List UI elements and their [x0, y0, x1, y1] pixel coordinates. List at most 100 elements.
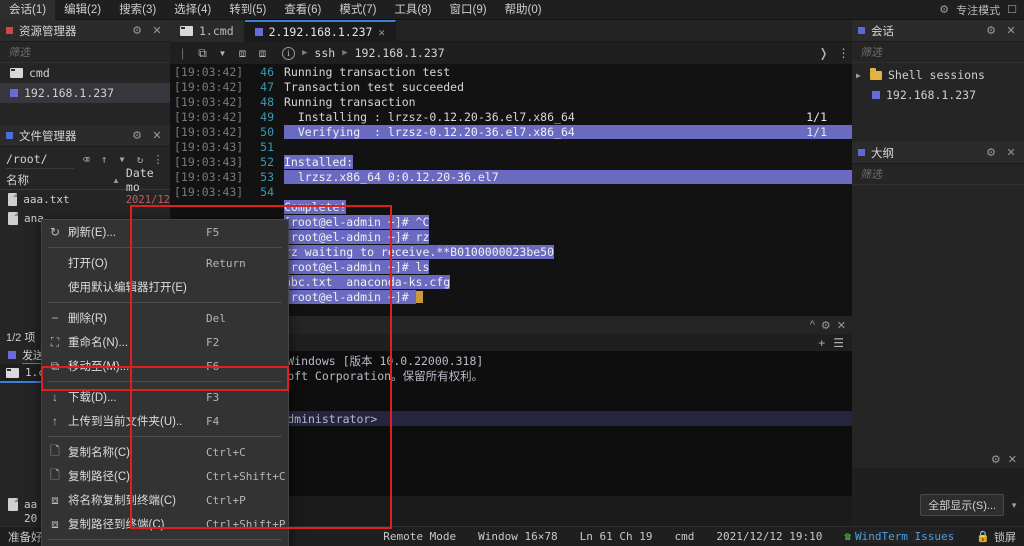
menu-window[interactable]: 窗口(9)	[441, 0, 496, 20]
terminal-linenum: 51	[260, 139, 274, 154]
menubar: 会话(1) 编辑(2) 搜索(3) 选择(4) 转到(5) 查看(6) 模式(7…	[0, 0, 1024, 20]
menu-tools[interactable]: 工具(8)	[385, 0, 440, 20]
show-all-row: 全部显示(S)... ▼	[852, 494, 1024, 516]
address-bar[interactable]: i ▶ ssh ▶ 192.168.1.237	[274, 42, 812, 64]
file-row[interactable]: aaa.txt 2021/12	[0, 190, 170, 209]
menu-select[interactable]: 选择(4)	[165, 0, 220, 20]
more-vertical-icon[interactable]: ⋮	[835, 46, 852, 60]
new-pane-icon[interactable]: ⧈	[254, 46, 271, 61]
show-all-button[interactable]: 全部显示(S)...	[920, 494, 1005, 516]
info-icon[interactable]: i	[282, 46, 295, 60]
explorer-item-host[interactable]: 192.168.1.237	[0, 83, 170, 103]
gear-icon[interactable]: ⚙	[130, 24, 144, 37]
context-item-delete[interactable]: − 删除(R) Del	[42, 306, 288, 330]
focus-mode-label[interactable]: 专注模式	[956, 2, 1000, 18]
sessions-item[interactable]: 192.168.1.237	[852, 85, 1024, 105]
explorer-item-cmd[interactable]: cmd	[0, 63, 170, 83]
outline-header: 大纲 ⚙ ✕	[852, 142, 1024, 164]
gear-icon[interactable]: ⚙	[130, 129, 144, 142]
close-pane-icon[interactable]: ⧈	[234, 46, 251, 61]
upload-icon: ↑	[52, 414, 58, 428]
menu-search[interactable]: 搜索(3)	[110, 0, 165, 20]
close-icon[interactable]: ✕	[378, 26, 385, 39]
plus-icon[interactable]: +	[818, 336, 825, 350]
explorer-filter-input[interactable]: 筛选	[0, 42, 170, 63]
terminal-prompt: abc.txt anaconda-ks.cfg	[284, 274, 451, 289]
context-item-open-default-editor[interactable]: 使用默认编辑器打开(E)	[42, 275, 288, 299]
chevron-down-icon[interactable]: ▼	[1010, 501, 1018, 510]
terminal-linenum: 47	[260, 79, 274, 94]
arrow-up-icon[interactable]: ↑	[98, 153, 110, 166]
context-item-move-to[interactable]: ⧉ 移动至(M)... F6	[42, 354, 288, 378]
chevron-down-icon[interactable]: ▼	[214, 49, 231, 58]
menu-view[interactable]: 查看(6)	[275, 0, 330, 20]
sessions-filter-input[interactable]: 筛选	[852, 42, 1024, 63]
close-icon[interactable]: ✕	[1004, 146, 1018, 159]
close-icon[interactable]: ✕	[150, 129, 164, 142]
close-icon[interactable]: ✕	[150, 24, 164, 37]
tab-2-ssh[interactable]: 2.192.168.1.237 ✕	[244, 20, 397, 42]
terminal-text-selected: lrzsz.x86_64 0:0.12.20-36.el7	[284, 169, 852, 184]
tab-1-cmd[interactable]: 1.cmd	[170, 20, 245, 42]
path-input[interactable]: /root/	[6, 150, 74, 169]
chevron-up-icon[interactable]: ^	[810, 319, 815, 331]
terminal-linenum: 54	[260, 184, 274, 199]
context-item-copy-name-to-terminal[interactable]: ⧈ 将名称复制到终端(C) Ctrl+P	[42, 488, 288, 512]
terminal-prompt: [root@el-admin ~]# ^C	[284, 214, 430, 229]
chevron-down-icon[interactable]: ▼	[116, 155, 128, 164]
menu-session[interactable]: 会话(1)	[0, 0, 56, 20]
copy-icon: 🗋	[50, 467, 60, 482]
gear-icon[interactable]: ⚙	[984, 24, 998, 37]
file-context-menu[interactable]: ↻ 刷新(E)... F5 打开(O) Return 使用默认编辑器打开(E) …	[41, 219, 289, 546]
menu-goto[interactable]: 转到(5)	[220, 0, 275, 20]
sessions-folder-row[interactable]: ▶ Shell sessions	[852, 65, 1024, 85]
context-item-upload[interactable]: ↑ 上传到当前文件夹(U).. F4	[42, 409, 288, 433]
status-cursor-position[interactable]: Ln 61 Ch 19	[580, 530, 653, 543]
menu-separator	[48, 436, 282, 437]
split-icon[interactable]: ⧉	[194, 46, 211, 61]
context-item-label: 复制名称(C)	[68, 447, 130, 459]
session-square-icon	[10, 89, 18, 97]
context-item-rename[interactable]: ⛶ 重命名(N)... F2	[42, 330, 288, 354]
status-lock-label[interactable]: 锁屏	[994, 529, 1016, 545]
close-icon[interactable]: ✕	[837, 319, 846, 332]
menu-mode[interactable]: 模式(7)	[330, 0, 385, 20]
outline-filter-input[interactable]: 筛选	[852, 164, 1024, 185]
right-sidebar: 会话 ⚙ ✕ 筛选 ▶ Shell sessions 192.168.1.237…	[852, 20, 1024, 546]
column-name[interactable]: 名称	[0, 172, 112, 188]
chevron-right-icon: ▶	[302, 48, 308, 58]
status-shell[interactable]: cmd	[674, 530, 694, 543]
context-item-copy-path-to-terminal[interactable]: ⧈ 复制路径到终端(C) Ctrl+Shift+P	[42, 512, 288, 536]
window-icon[interactable]: ☐	[1007, 3, 1017, 16]
close-icon[interactable]: ✕	[1008, 453, 1017, 466]
gear-icon[interactable]: ⚙	[984, 146, 998, 159]
chevron-right-icon[interactable]: ❭	[815, 46, 832, 60]
menu-edit[interactable]: 编辑(2)	[55, 0, 110, 20]
context-item-download[interactable]: ↓ 下载(D)... F3	[42, 385, 288, 409]
backspace-icon[interactable]: ⌫	[80, 153, 92, 166]
explorer-title: 资源管理器	[19, 25, 77, 38]
more-vertical-icon[interactable]: ⋮	[152, 153, 164, 166]
sort-asc-icon: ▲	[112, 175, 120, 185]
context-item-open[interactable]: 打开(O) Return	[42, 251, 288, 275]
context-item-copy-name[interactable]: 🗋 复制名称(C) Ctrl+C	[42, 440, 288, 464]
chevron-right-icon[interactable]: ▶	[856, 71, 864, 80]
status-issues-link[interactable]: WindTerm Issues	[854, 530, 955, 543]
status-mode[interactable]: Remote Mode	[383, 530, 456, 543]
menu-help[interactable]: 帮助(0)	[496, 0, 551, 20]
terminal-linenum: 49	[260, 109, 274, 124]
status-ready: 准备好	[8, 531, 43, 544]
column-date[interactable]: Date mo	[120, 166, 170, 194]
gear-icon[interactable]: ⚙	[821, 319, 831, 332]
explorer-item-label: 192.168.1.237	[24, 86, 115, 100]
terminal-progress: 1/1	[806, 124, 827, 139]
lock-icon: 🔒	[976, 530, 990, 543]
status-window-size[interactable]: Window 16×78	[478, 530, 557, 543]
context-item-copy-path[interactable]: 🗋 复制路径(C) Ctrl+Shift+C	[42, 464, 288, 488]
gear-icon[interactable]: ⚙	[991, 453, 1001, 466]
statusbar-right-group: Remote Mode Window 16×78 Ln 61 Ch 19 cmd…	[383, 529, 1024, 545]
menu-icon[interactable]: ☰	[833, 336, 844, 350]
refresh-icon[interactable]: ↻	[134, 153, 146, 166]
context-item-refresh[interactable]: ↻ 刷新(E)... F5	[42, 220, 288, 244]
close-icon[interactable]: ✕	[1004, 24, 1018, 37]
